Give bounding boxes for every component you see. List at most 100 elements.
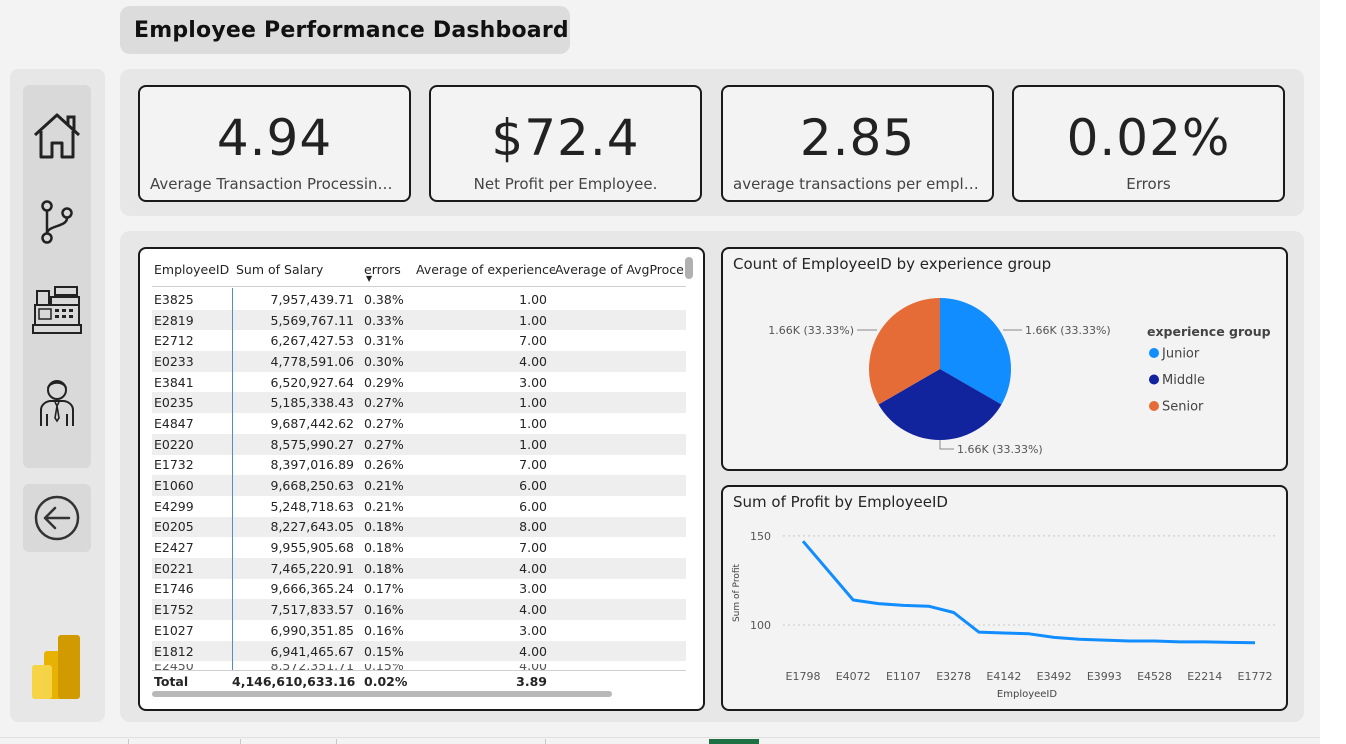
table-cell: 0.27% [364, 415, 404, 431]
leader-line [939, 440, 954, 450]
table-cell: 8,227,643.05 [270, 519, 355, 535]
table-cell: 6.00 [519, 498, 547, 514]
y-tick-label: 150 [750, 530, 771, 543]
legend-marker [1149, 348, 1159, 358]
table-total-row: Total 4,146,610,633.16 0.02% 3.89 [152, 670, 686, 692]
table-cell: E2819 [154, 312, 194, 328]
table-cell: 0.18% [364, 560, 404, 576]
employee-icon [40, 380, 74, 426]
table-cell: 0.29% [364, 374, 404, 390]
data-label: 1.66K (33.33%) [957, 443, 1043, 456]
column-header[interactable]: Sum of Salary [232, 259, 362, 286]
table-cell: E0221 [154, 560, 194, 576]
legend-item[interactable]: Senior [1162, 400, 1204, 415]
back-button[interactable] [23, 484, 91, 552]
table-cell: 0.21% [364, 478, 404, 494]
column-header[interactable]: EmployeeID [152, 259, 232, 286]
kpi-label: average transactions per employ... [733, 175, 982, 193]
legend-item[interactable]: Middle [1162, 373, 1205, 388]
nav-branch-button[interactable] [23, 187, 91, 257]
x-tick-label: E3492 [1037, 670, 1072, 683]
sort-desc-icon: ▼ [366, 274, 373, 283]
table-cell: 6,267,427.53 [270, 333, 355, 349]
table-cell: E3825 [154, 291, 194, 307]
x-tick-label: E1107 [886, 670, 921, 683]
series-line [801, 540, 1256, 645]
kpi-label: Errors [1126, 175, 1171, 193]
table-cell: E1746 [154, 581, 194, 597]
table-cell: 0.38% [364, 291, 404, 307]
legend-item[interactable]: Junior [1161, 347, 1200, 362]
employee-table[interactable]: EmployeeID Sum of Salary errors ▼ Averag… [138, 247, 705, 711]
nav-transactions-button[interactable] [23, 275, 91, 345]
table-cell: 8,397,016.89 [270, 457, 355, 473]
tab-separator [240, 739, 241, 744]
nav-button-group [23, 85, 91, 468]
table-cell: 4.00 [519, 353, 547, 369]
table-cell: 0.18% [364, 540, 404, 556]
table-cell: 1.00 [519, 291, 547, 307]
table-cell: 1.00 [519, 312, 547, 328]
horizontal-scrollbar[interactable] [152, 691, 612, 697]
table-cell: 4.00 [519, 643, 547, 659]
nav-employee-button[interactable] [23, 367, 91, 437]
table-cell: 6.00 [519, 478, 547, 494]
table-cell: 6,990,351.85 [270, 622, 355, 638]
data-label: 1.66K (33.33%) [768, 324, 854, 337]
column-header[interactable]: Average of experience [410, 259, 555, 286]
kpi-card-errors: 0.02% Errors [1012, 85, 1285, 202]
x-tick-label: E2214 [1187, 670, 1222, 683]
back-arrow-icon [34, 495, 80, 541]
table-cell: 5,185,338.43 [270, 395, 355, 411]
kpi-label: Average Transaction Processing ... [150, 175, 399, 193]
table-cell: E1812 [154, 643, 194, 659]
table-cell: 8,575,990.27 [270, 436, 355, 452]
table-cell: E0220 [154, 436, 194, 452]
table-cell: 0.26% [364, 457, 404, 473]
column-header[interactable]: Average of AvgProce [555, 259, 686, 286]
table-cell: 5,248,718.63 [270, 498, 355, 514]
x-tick-label: E1798 [786, 670, 821, 683]
active-page-tab[interactable] [709, 739, 759, 744]
x-tick-label: E3993 [1087, 670, 1122, 683]
table-cell: E0233 [154, 353, 194, 369]
table-cell: 4,146,610,633.16 [232, 674, 356, 689]
table-cell: 0.30% [364, 353, 404, 369]
line-chart-visual[interactable]: Sum of Profit by EmployeeID 100 150 E1798… [721, 485, 1288, 711]
table-cell: 3.00 [519, 622, 547, 638]
table-cell: E2712 [154, 333, 194, 349]
table-cell: 9,687,442.62 [270, 415, 355, 431]
table-cell: 6,941,465.67 [270, 643, 355, 659]
table-cell: 0.27% [364, 436, 404, 452]
nav-home-button[interactable] [23, 101, 91, 171]
table-cell: E3841 [154, 374, 194, 390]
tab-separator [545, 739, 546, 744]
dashboard-title-box: Employee Performance Dashboard [120, 6, 570, 54]
table-cell: 9,666,365.24 [270, 581, 355, 597]
y-axis-label: Sum of Profit [732, 564, 742, 623]
pie-chart: 1.66K (33.33%) 1.66K (33.33%) 1.66K (33.33… [768, 298, 1271, 456]
vertical-scrollbar[interactable] [685, 257, 693, 279]
table-cell: 0.27% [364, 395, 404, 411]
table-cell: 0.31% [364, 333, 404, 349]
kpi-card-avg-processing: 4.94 Average Transaction Processing ... [138, 85, 411, 202]
kpi-card-net-profit: $72.4 Net Profit per Employee. [429, 85, 702, 202]
table-cell: 1.00 [519, 415, 547, 431]
column-header-sorted[interactable]: errors ▼ [362, 259, 410, 286]
kpi-card-avg-transactions: 2.85 average transactions per employ... [721, 85, 994, 202]
left-nav [10, 69, 105, 722]
table-cell: E1027 [154, 622, 194, 638]
table-cell: 7.00 [519, 333, 547, 349]
kpi-label: Net Profit per Employee. [473, 175, 658, 193]
table-cell: 0.17% [364, 581, 404, 597]
table-header: EmployeeID Sum of Salary errors ▼ Averag… [152, 259, 686, 287]
table-cell: 7.00 [519, 457, 547, 473]
tab-separator [128, 739, 129, 744]
pie-chart-visual[interactable]: Count of EmployeeID by experience group … [721, 247, 1288, 471]
table-cell: 7,465,220.91 [270, 560, 355, 576]
branch-icon [41, 200, 73, 244]
legend-marker [1149, 401, 1159, 411]
legend-marker [1149, 374, 1159, 385]
table-cell: 6,520,927.64 [270, 374, 355, 390]
table-cell: 7.00 [519, 540, 547, 556]
